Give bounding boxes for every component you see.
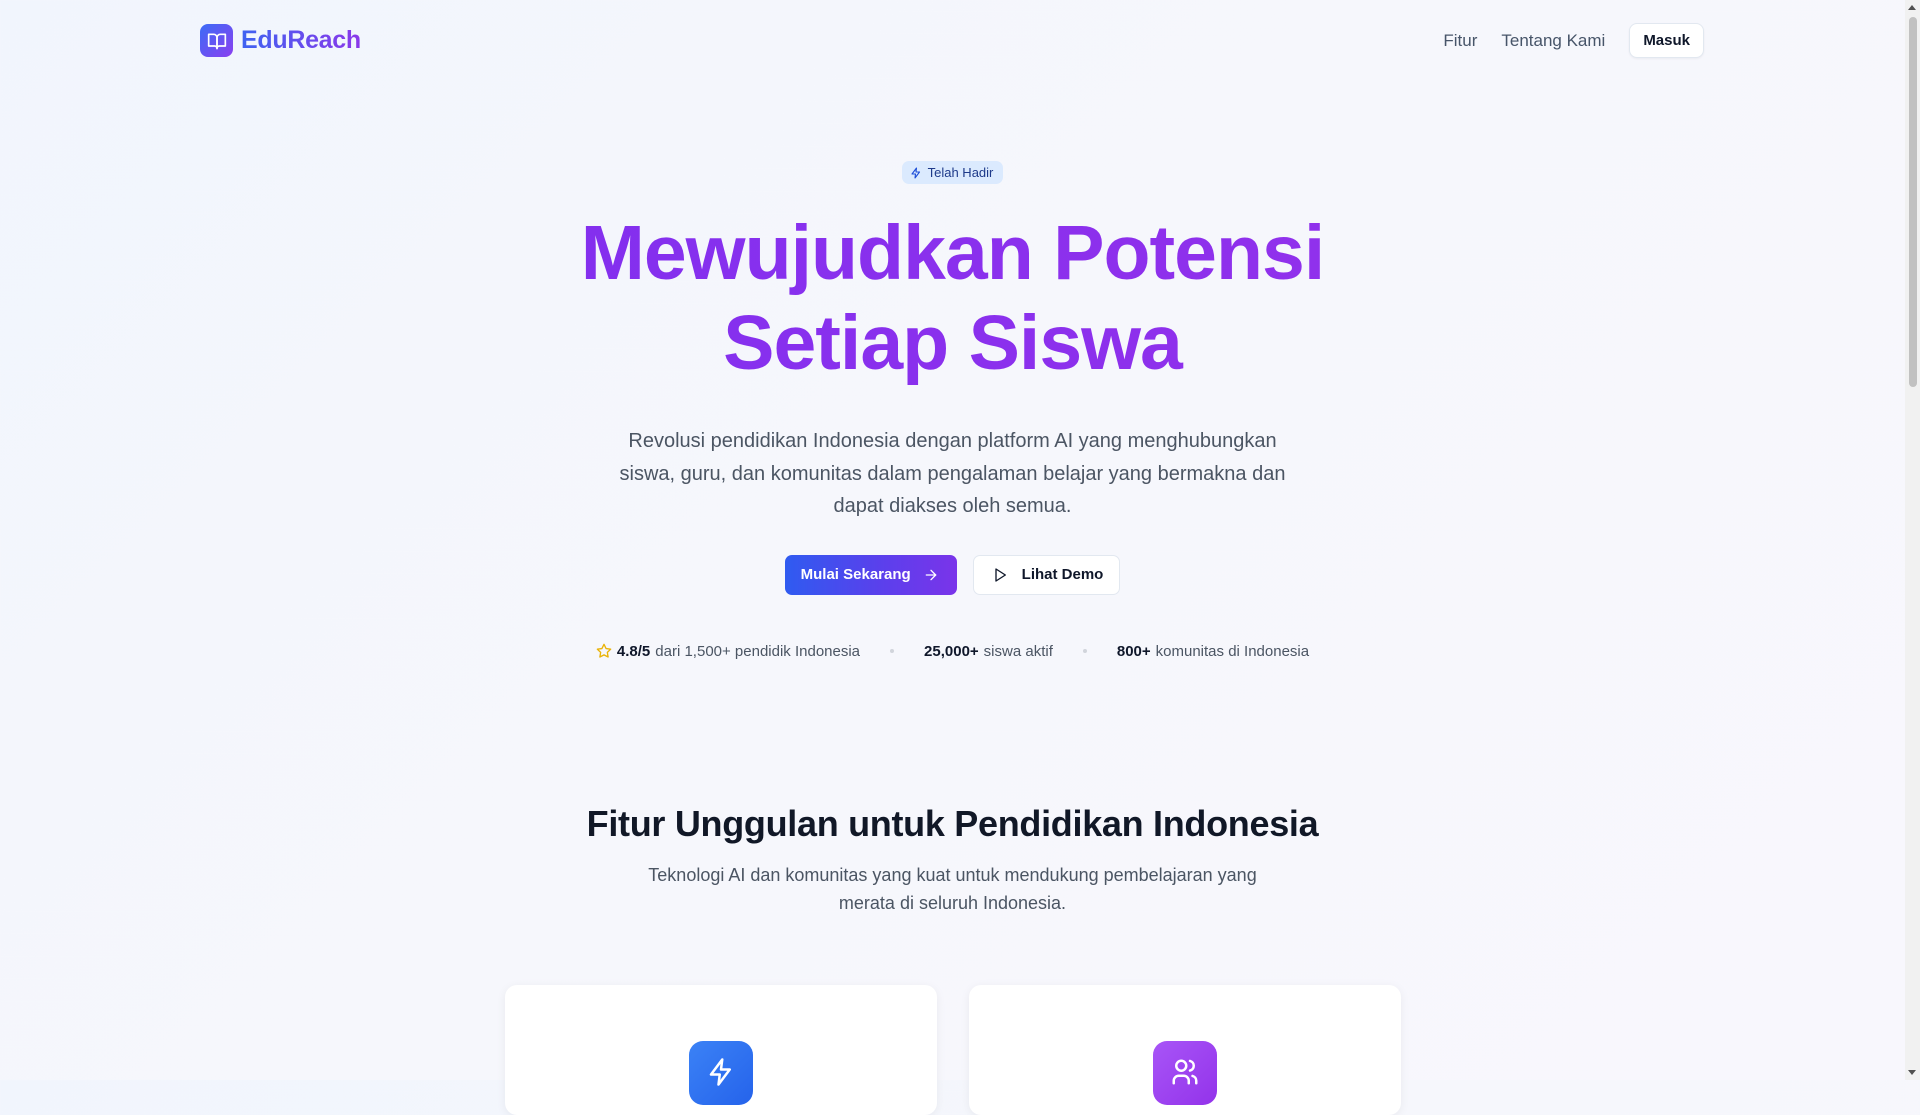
stat-rating-text: dari 1,500+ pendidik Indonesia	[655, 642, 861, 660]
feature-card-community	[969, 985, 1401, 1115]
hero-title: Mewujudkan Potensi Setiap Siswa	[0, 208, 1905, 388]
login-button[interactable]: Masuk	[1629, 23, 1704, 58]
hero-subtitle: Revolusi pendidikan Indonesia dengan pla…	[619, 430, 1286, 517]
top-nav: Fitur Tentang Kami Masuk	[1443, 23, 1704, 58]
hero-title-line-2: Setiap Siswa	[723, 300, 1182, 386]
users-icon	[1153, 1041, 1217, 1105]
features-title: Fitur Unggulan untuk Pendidikan Indonesi…	[586, 803, 1319, 844]
stat-students: 25,000+ siswa aktif	[924, 643, 1053, 660]
stats-row: 4.8/5 dari 1,500+ pendidik Indonesia 25,…	[0, 643, 1905, 660]
features-section: Fitur Unggulan untuk Pendidikan Indonesi…	[0, 803, 1905, 917]
scrollbar-thumb[interactable]	[1909, 17, 1917, 387]
stat-rating: 4.8/5 dari 1,500+ pendidik Indonesia	[596, 643, 860, 660]
get-started-button[interactable]: Mulai Sekarang	[784, 554, 957, 595]
badge-label: Telah Hadir	[927, 165, 994, 180]
features-subtitle: Teknologi AI dan komunitas yang kuat unt…	[648, 865, 1257, 913]
status-badge: Telah Hadir	[901, 161, 1004, 184]
book-open-icon	[200, 24, 233, 57]
page-scrollbar[interactable]	[1905, 0, 1920, 1080]
brand-logo[interactable]: EduReach	[200, 24, 361, 57]
landing-page: EduReach Fitur Tentang Kami Masuk Telah …	[0, 0, 1905, 1115]
play-icon	[995, 567, 1006, 582]
nav-link-tentang-kami[interactable]: Tentang Kami	[1501, 31, 1605, 51]
arrow-right-icon	[925, 569, 937, 580]
nav-link-fitur[interactable]: Fitur	[1443, 31, 1477, 51]
stat-students-text: siswa aktif	[983, 642, 1053, 660]
get-started-label: Mulai Sekarang	[800, 566, 911, 583]
separator-dot	[890, 649, 895, 653]
cta-group: Mulai Sekarang Lihat Demo	[0, 554, 1905, 595]
lightning-icon	[689, 1041, 753, 1105]
lightning-icon	[911, 166, 920, 179]
brand-name: EduReach	[241, 26, 361, 54]
stat-rating-value: 4.8/5	[616, 642, 651, 660]
separator-dot	[1082, 649, 1087, 653]
view-demo-button[interactable]: Lihat Demo	[972, 554, 1121, 595]
stat-communities-text: komunitas di Indonesia	[1155, 642, 1310, 660]
stat-students-value: 25,000+	[924, 642, 979, 660]
scroll-up-arrow-icon[interactable]	[1908, 5, 1916, 10]
view-demo-label: Lihat Demo	[1021, 566, 1104, 583]
feature-card-ai	[505, 985, 937, 1115]
scroll-down-arrow-icon[interactable]	[1908, 1070, 1916, 1075]
star-icon	[596, 643, 612, 658]
stat-communities-value: 800+	[1116, 642, 1151, 660]
hero-title-line-1: Mewujudkan Potensi	[580, 210, 1325, 296]
hero-section: Telah Hadir Mewujudkan Potensi Setiap Si…	[0, 161, 1905, 660]
stat-communities: 800+ komunitas di Indonesia	[1117, 643, 1309, 660]
